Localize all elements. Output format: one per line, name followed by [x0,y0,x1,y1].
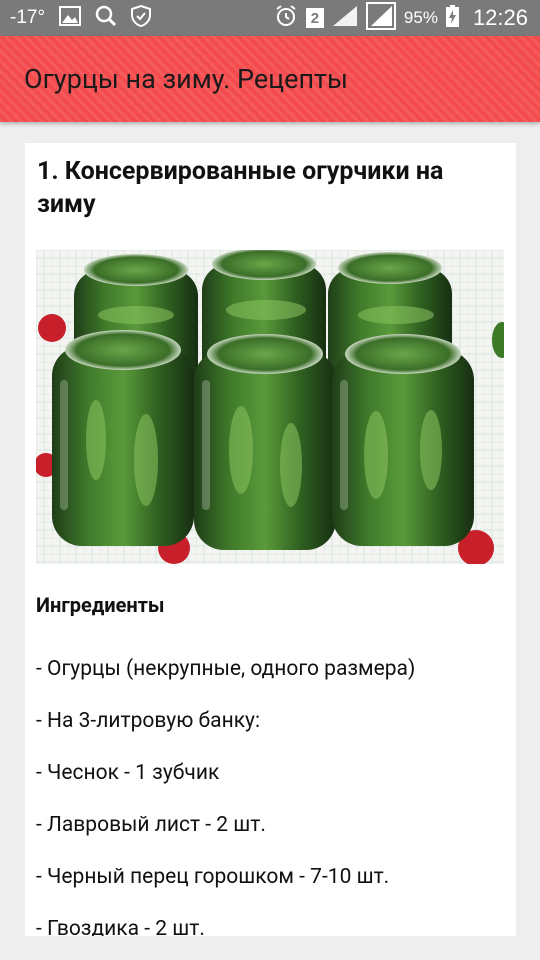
ingredient-item: - Черный перец горошком - 7-10 шт. [36,865,390,889]
battery-percent: 95% [403,8,438,27]
sim-badge: 2 [305,8,324,28]
ingredients-list: - Огурцы (некрупные, одного размера) - Н… [36,643,506,936]
alarm-icon [274,4,298,33]
clock-time: 12:26 [472,5,528,30]
recipe-card[interactable]: 1. Консервированные огурчики на зиму Инг… [25,143,516,936]
signal-icon [365,1,396,35]
ingredient-item: - Огурцы (некрупные, одного размера) [36,657,416,681]
app-title: Огурцы на зиму. Рецепты [24,63,348,95]
ingredient-item: - На 3-литровую банку: [36,709,261,733]
ingredient-item: - Чеснок - 1 зубчик [36,761,220,785]
signal-icon [332,5,358,32]
recipe-title: 1. Консервированные огурчики на зиму [37,157,444,219]
status-bar: -17° 2 95% 12:26 [0,0,540,36]
ingredients-heading: Ингредиенты [36,593,165,617]
ingredient-item: - Лавровый лист - 2 шт. [36,813,266,837]
app-bar: Огурцы на зиму. Рецепты [0,36,540,122]
status-right: 2 95% 12:26 [274,0,528,36]
temperature-text: -17° [10,7,46,28]
search-icon [95,5,117,32]
battery-charging-icon [445,4,459,32]
recipe-photo [34,248,512,566]
image-icon [59,5,82,31]
ingredient-item: - Гвоздика - 2 шт. [36,917,205,936]
status-left: -17° [10,0,152,36]
shield-icon [131,4,152,32]
